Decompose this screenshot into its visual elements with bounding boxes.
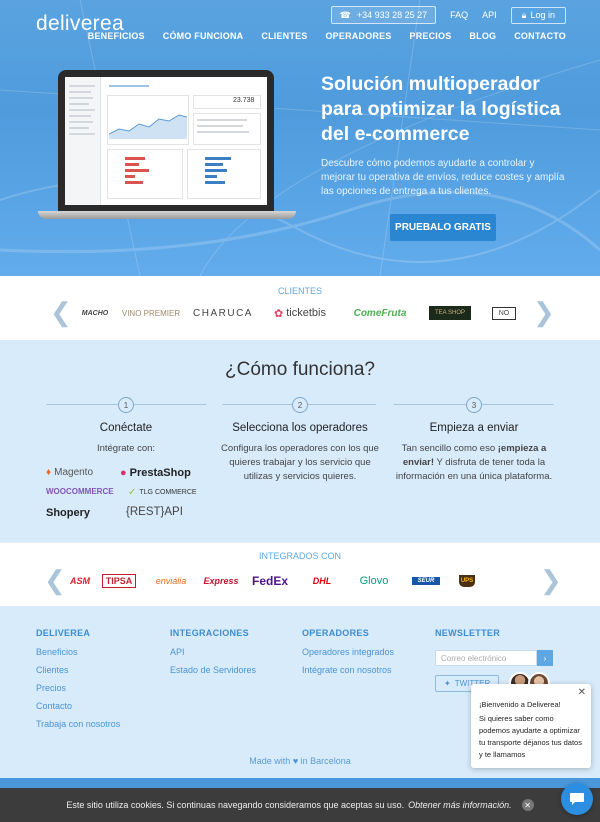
newsletter-email-input[interactable]: Correo electrónico xyxy=(435,650,537,666)
carrier-logo-correos-express: Express xyxy=(203,576,239,586)
footer-link-operadores-integrados[interactable]: Operadores integrados xyxy=(302,647,394,657)
newsletter-submit-button[interactable]: › xyxy=(537,650,553,666)
footer-link-estado-servidores[interactable]: Estado de Servidores xyxy=(170,665,256,675)
footer-col-deliverea: DELIVEREA Beneficios Clientes Precios Co… xyxy=(36,628,121,729)
integrated-label: INTEGRADOS CON xyxy=(258,551,341,561)
footer-link-trabaja[interactable]: Trabaja con nosotros xyxy=(36,719,120,729)
tlg-icon: ✓ xyxy=(128,487,137,498)
dashboard-value: 23.738 xyxy=(233,97,255,104)
nav-contacto[interactable]: CONTACTO xyxy=(514,31,566,41)
lock-icon: 🔒︎ xyxy=(521,9,527,20)
step-title-connect: Conéctate xyxy=(99,422,153,434)
step-title-select: Selecciona los operadores xyxy=(232,422,368,434)
carriers-prev-arrow[interactable]: ❮ xyxy=(44,567,66,593)
footer-link-precios[interactable]: Precios xyxy=(36,683,120,693)
how-it-works-section: ¿Cómo funciona? 1 2 3 Conéctate Seleccio… xyxy=(0,340,600,542)
chat-bubble-icon xyxy=(570,793,584,805)
laptop-dashboard-image: 23.738 xyxy=(38,70,296,222)
bottom-bar xyxy=(0,778,600,788)
carrier-logo-seur: SEUR xyxy=(400,577,452,585)
prestashop-icon: ● xyxy=(120,467,127,479)
footer-col-operadores: OPERADORES Operadores integrados Intégra… xyxy=(302,628,395,675)
how-title: ¿Cómo funciona? xyxy=(225,359,375,380)
step-number-2: 2 xyxy=(292,397,308,413)
cookie-text: Este sitio utiliza cookies. Si continuas… xyxy=(66,800,405,810)
chat-close-icon[interactable]: ✕ xyxy=(578,687,586,698)
client-logo-no: NO xyxy=(482,306,526,320)
step-title-start: Empieza a enviar xyxy=(429,422,519,434)
client-logo-ticketbis: ✿ ticketbis xyxy=(274,307,326,320)
carriers-next-arrow[interactable]: ❯ xyxy=(540,567,562,593)
footer-link-api[interactable]: API xyxy=(170,647,256,657)
dashboard-area-chart xyxy=(109,114,187,139)
main-nav: BENEFICIOS CÓMO FUNCIONA CLIENTES OPERAD… xyxy=(88,31,566,41)
arrow-right-icon: › xyxy=(543,653,547,663)
heart-icon: ♥ xyxy=(292,756,299,766)
footer-link-beneficios[interactable]: Beneficios xyxy=(36,647,120,657)
integration-rest-api: {REST}API xyxy=(126,506,183,518)
client-logo-comefruta: ComeFruta xyxy=(353,307,407,319)
phone-button[interactable]: ☎ +34 933 28 25 27 xyxy=(330,6,437,24)
api-link[interactable]: API xyxy=(482,10,497,20)
clients-label: CLIENTES xyxy=(277,286,322,296)
carrier-logo-asm: ASM xyxy=(70,576,90,586)
footer-link-integrate[interactable]: Intégrate con nosotros xyxy=(302,665,394,675)
carrier-logo-glovo: Glovo xyxy=(359,575,389,587)
nav-precios[interactable]: PRECIOS xyxy=(410,31,452,41)
chat-message: Si quieres saber como podemos ayudarte a… xyxy=(479,714,582,759)
phone-icon: ☎ xyxy=(339,9,351,20)
top-links: ☎ +34 933 28 25 27 FAQ API 🔒︎ Log in xyxy=(330,6,566,24)
step-text-select: Configura los operadores con los que qui… xyxy=(221,443,379,482)
twitter-icon: ✦ xyxy=(444,679,451,688)
nav-beneficios[interactable]: BENEFICIOS xyxy=(88,31,145,41)
nav-como-funciona[interactable]: CÓMO FUNCIONA xyxy=(163,31,244,41)
footer-link-contacto[interactable]: Contacto xyxy=(36,701,120,711)
faq-link[interactable]: FAQ xyxy=(450,10,468,20)
carrier-logo-envialia: enviália xyxy=(155,576,187,586)
try-free-button[interactable]: PRUEBALO GRATIS xyxy=(390,214,496,241)
step-text-start: Tan sencillo como eso ¡empieza a enviar!… xyxy=(395,443,553,482)
cookie-banner: Este sitio utiliza cookies. Si continuas… xyxy=(0,788,600,822)
magento-icon: ♦ xyxy=(46,467,52,478)
chat-greeting: ¡Bienvenido a Deliverea! xyxy=(479,700,561,709)
footer-col-newsletter: NEWSLETTER xyxy=(435,628,500,638)
client-logo-macho: MACHO xyxy=(81,309,109,317)
carrier-logo-dhl: DHL xyxy=(312,576,332,586)
chat-open-button[interactable] xyxy=(561,783,593,815)
integrated-carriers-section: INTEGRADOS CON ❮ ❯ ASM TIPSA enviália Ex… xyxy=(0,542,600,606)
carrier-logo-tipsa: TIPSA xyxy=(94,574,144,588)
footer-link-clientes[interactable]: Clientes xyxy=(36,665,120,675)
step-number-1: 1 xyxy=(118,397,134,413)
integration-prestashop: ● PrestaShop xyxy=(120,467,191,479)
client-logo-teashop: TEA SHOP xyxy=(418,306,482,320)
cookie-close-button[interactable]: ✕ xyxy=(521,799,534,811)
clients-prev-arrow[interactable]: ❮ xyxy=(50,299,72,325)
login-button[interactable]: 🔒︎ Log in xyxy=(510,6,566,24)
nav-clientes[interactable]: CLIENTES xyxy=(261,31,307,41)
footer-col-integraciones: INTEGRACIONES API Estado de Servidores xyxy=(170,628,257,675)
client-logo-charuca: CHARUCA xyxy=(193,307,253,319)
carriers-logo-row: ASM TIPSA enviália Express FedEx DHL Glo… xyxy=(66,573,526,589)
close-icon: ✕ xyxy=(524,800,531,810)
client-logo-vino-premier: VINO PREMIER xyxy=(121,308,181,318)
integration-magento: ♦ Magento xyxy=(46,467,94,478)
hero-section: deliverea ☎ +34 933 28 25 27 FAQ API 🔒︎ … xyxy=(0,0,600,276)
step-number-3: 3 xyxy=(466,397,482,413)
integration-shopery: Shopery xyxy=(46,507,91,519)
hero-title: Solución multioperador para optimizar la… xyxy=(321,73,561,145)
integration-woocommerce: WOOCOMMERCE xyxy=(46,487,114,496)
nav-operadores[interactable]: OPERADORES xyxy=(325,31,391,41)
clients-logo-row: MACHO VINO PREMIER CHARUCA ✿ ticketbis C… xyxy=(76,302,546,324)
nav-blog[interactable]: BLOG xyxy=(469,31,496,41)
carrier-logo-fedex: FedEx xyxy=(251,574,288,588)
cookie-more-info-link[interactable]: Obtener más información. xyxy=(408,800,512,810)
integration-tlg: ✓ TLG COMMERCE xyxy=(128,487,197,498)
ticketbis-icon: ✿ xyxy=(274,307,284,320)
hero-description: Descubre cómo podemos ayudarte a control… xyxy=(321,158,565,197)
clients-section: CLIENTES ❮ ❯ MACHO VINO PREMIER CHARUCA … xyxy=(0,276,600,340)
step-text-connect: Intégrate con: xyxy=(96,443,156,454)
carrier-logo-ups: UPS xyxy=(452,575,482,587)
chat-popup[interactable]: ✕ ¡Bienvenido a Deliverea! Si quieres sa… xyxy=(471,684,591,768)
